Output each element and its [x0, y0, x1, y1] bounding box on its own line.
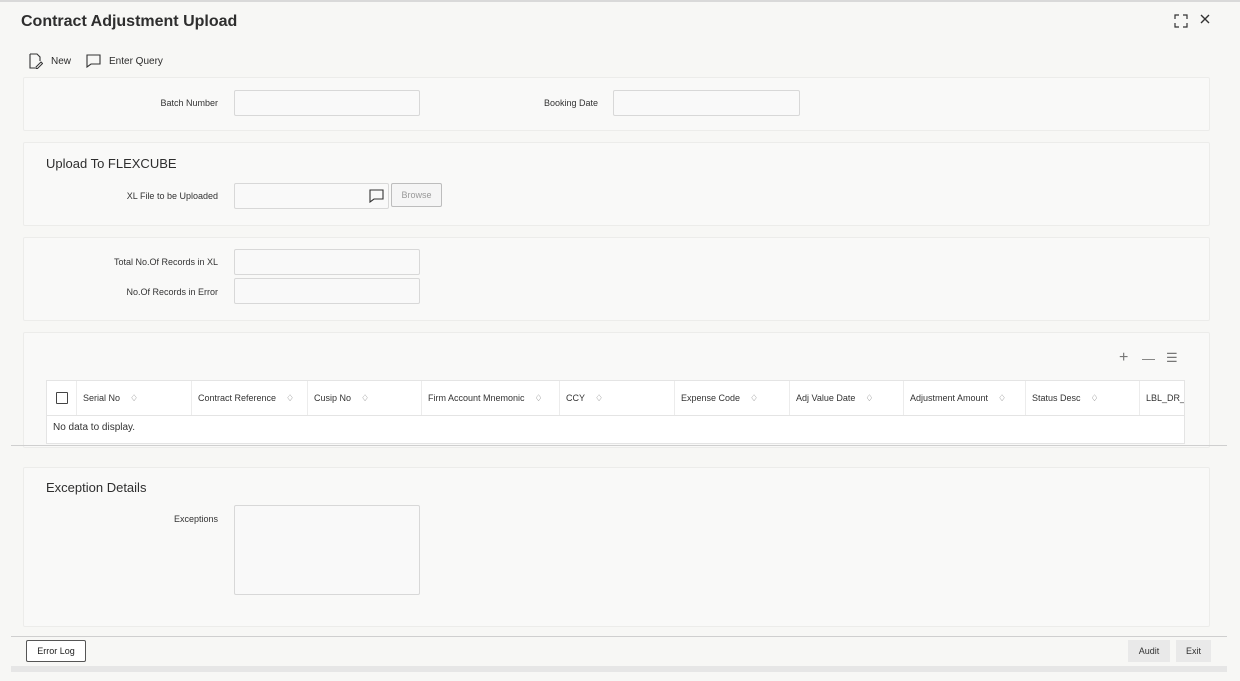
- window-top-border: [0, 0, 1240, 2]
- select-all-checkbox-cell: [47, 381, 77, 415]
- grid-divider: [11, 445, 1227, 446]
- sort-icon[interactable]: ♢: [130, 393, 138, 404]
- window-bottom-bar: [11, 666, 1227, 672]
- add-row-icon[interactable]: +: [1119, 349, 1128, 367]
- column-header-adj-value-date[interactable]: Adj Value Date ♢: [790, 381, 904, 415]
- column-header-firm-account-mnemonic[interactable]: Firm Account Mnemonic ♢: [422, 381, 560, 415]
- sort-icon[interactable]: ♢: [1091, 393, 1099, 404]
- sort-icon[interactable]: ♢: [361, 393, 369, 404]
- column-label: Status Desc: [1032, 393, 1081, 403]
- grid-header: Serial No ♢ Contract Reference ♢ Cusip No ♢…: [47, 381, 1184, 416]
- exception-section-title: Exception Details: [46, 480, 147, 495]
- close-icon[interactable]: [1199, 12, 1211, 30]
- xl-file-label: XL File to be Uploaded: [126, 191, 218, 201]
- column-label: Adjustment Amount: [910, 393, 989, 403]
- booking-date-label: Booking Date: [543, 98, 598, 108]
- browse-button[interactable]: Browse: [391, 183, 442, 207]
- column-header-contract-reference[interactable]: Contract Reference ♢: [192, 381, 308, 415]
- xl-file-field[interactable]: [234, 183, 389, 209]
- error-log-button[interactable]: Error Log: [26, 640, 86, 662]
- column-header-expense-code[interactable]: Expense Code ♢: [675, 381, 790, 415]
- batch-number-label: Batch Number: [160, 98, 218, 108]
- column-label: CCY: [566, 393, 586, 403]
- column-header-lbl-dr-a[interactable]: LBL_DR_A: [1140, 381, 1185, 415]
- sort-icon[interactable]: ♢: [998, 393, 1006, 404]
- batch-number-field[interactable]: [234, 90, 420, 116]
- remove-row-icon[interactable]: —: [1142, 351, 1155, 366]
- error-records-field: [234, 278, 420, 304]
- sort-icon[interactable]: ♢: [750, 393, 758, 404]
- footer-divider: [11, 636, 1227, 637]
- maximize-icon[interactable]: [1173, 13, 1189, 34]
- exception-panel: [23, 467, 1210, 627]
- audit-button[interactable]: Audit: [1128, 640, 1170, 662]
- records-panel: [23, 237, 1210, 321]
- sort-icon[interactable]: ♢: [286, 393, 294, 404]
- data-grid: Serial No ♢ Contract Reference ♢ Cusip No ♢…: [46, 380, 1185, 444]
- page-title: Contract Adjustment Upload: [21, 13, 238, 30]
- comment-icon: [86, 54, 101, 68]
- column-header-cusip-no[interactable]: Cusip No ♢: [308, 381, 422, 415]
- upload-section-title: Upload To FLEXCUBE: [46, 156, 177, 171]
- upload-panel: [23, 142, 1210, 226]
- column-label: Serial No: [83, 393, 121, 403]
- column-label: Adj Value Date: [796, 393, 856, 403]
- column-header-status-desc[interactable]: Status Desc ♢: [1026, 381, 1140, 415]
- columns-icon[interactable]: ☰: [1166, 350, 1178, 366]
- column-label: Firm Account Mnemonic: [428, 393, 525, 403]
- error-records-label: No.Of Records in Error: [126, 287, 218, 297]
- column-header-serial-no[interactable]: Serial No ♢: [77, 381, 192, 415]
- column-label: Cusip No: [314, 393, 352, 403]
- new-document-icon: [28, 53, 43, 69]
- enter-query-button[interactable]: Enter Query: [86, 52, 163, 70]
- column-label: Contract Reference: [198, 393, 277, 403]
- total-records-field: [234, 249, 420, 275]
- file-lookup-icon[interactable]: [369, 189, 384, 208]
- sort-icon[interactable]: ♢: [865, 393, 873, 404]
- exit-button[interactable]: Exit: [1176, 640, 1211, 662]
- grid-empty-message: No data to display.: [53, 422, 136, 433]
- sort-icon[interactable]: ♢: [595, 393, 603, 404]
- new-label: New: [51, 55, 72, 67]
- enter-query-label: Enter Query: [109, 55, 163, 67]
- column-label: Expense Code: [681, 393, 741, 403]
- total-records-label: Total No.Of Records in XL: [113, 257, 218, 267]
- exceptions-label: Exceptions: [173, 514, 218, 524]
- sort-icon[interactable]: ♢: [535, 393, 543, 404]
- select-all-checkbox[interactable]: [55, 392, 68, 404]
- column-header-ccy[interactable]: CCY ♢: [560, 381, 675, 415]
- column-header-adjustment-amount[interactable]: Adjustment Amount ♢: [904, 381, 1026, 415]
- exceptions-textarea[interactable]: [234, 505, 420, 595]
- new-button[interactable]: New: [28, 52, 71, 70]
- column-label: LBL_DR_A: [1146, 393, 1185, 403]
- booking-date-field[interactable]: [613, 90, 800, 116]
